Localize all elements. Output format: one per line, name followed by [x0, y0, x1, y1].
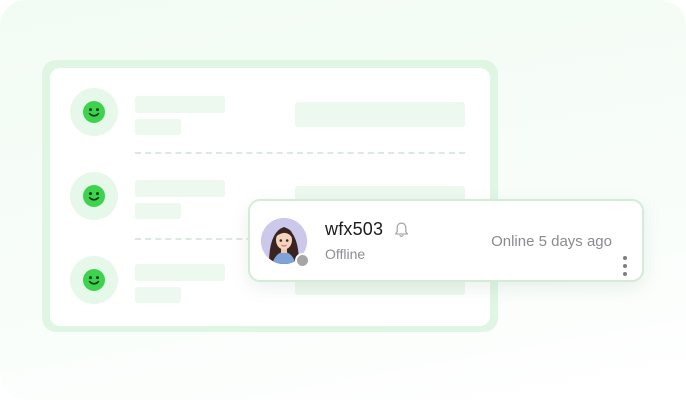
status-placeholder-bar: [135, 287, 181, 303]
bell-icon[interactable]: [393, 221, 410, 239]
avatar-placeholder: [70, 172, 118, 220]
status-placeholder-bar: [135, 203, 181, 219]
meta-placeholder-bar: [295, 102, 465, 127]
contact-status: Offline: [325, 246, 366, 262]
offline-status-dot: [295, 253, 310, 268]
name-placeholder-bar: [135, 264, 225, 281]
status-placeholder-bar: [135, 119, 181, 135]
contact-list-placeholder: [50, 68, 490, 326]
smiley-face-icon: [83, 101, 105, 123]
contact-card[interactable]: wfx503 Offline Online 5 days ago: [248, 199, 644, 282]
avatar-placeholder: [70, 256, 118, 304]
avatar-placeholder: [70, 88, 118, 136]
last-seen-text: Online 5 days ago: [491, 233, 612, 250]
smiley-face-icon: [83, 269, 105, 291]
name-placeholder-bar: [135, 96, 225, 113]
smiley-face-icon: [83, 185, 105, 207]
list-item: [50, 68, 490, 138]
contact-username: wfx503: [325, 219, 384, 239]
more-vertical-icon[interactable]: [622, 256, 628, 278]
name-placeholder-bar: [135, 180, 225, 197]
